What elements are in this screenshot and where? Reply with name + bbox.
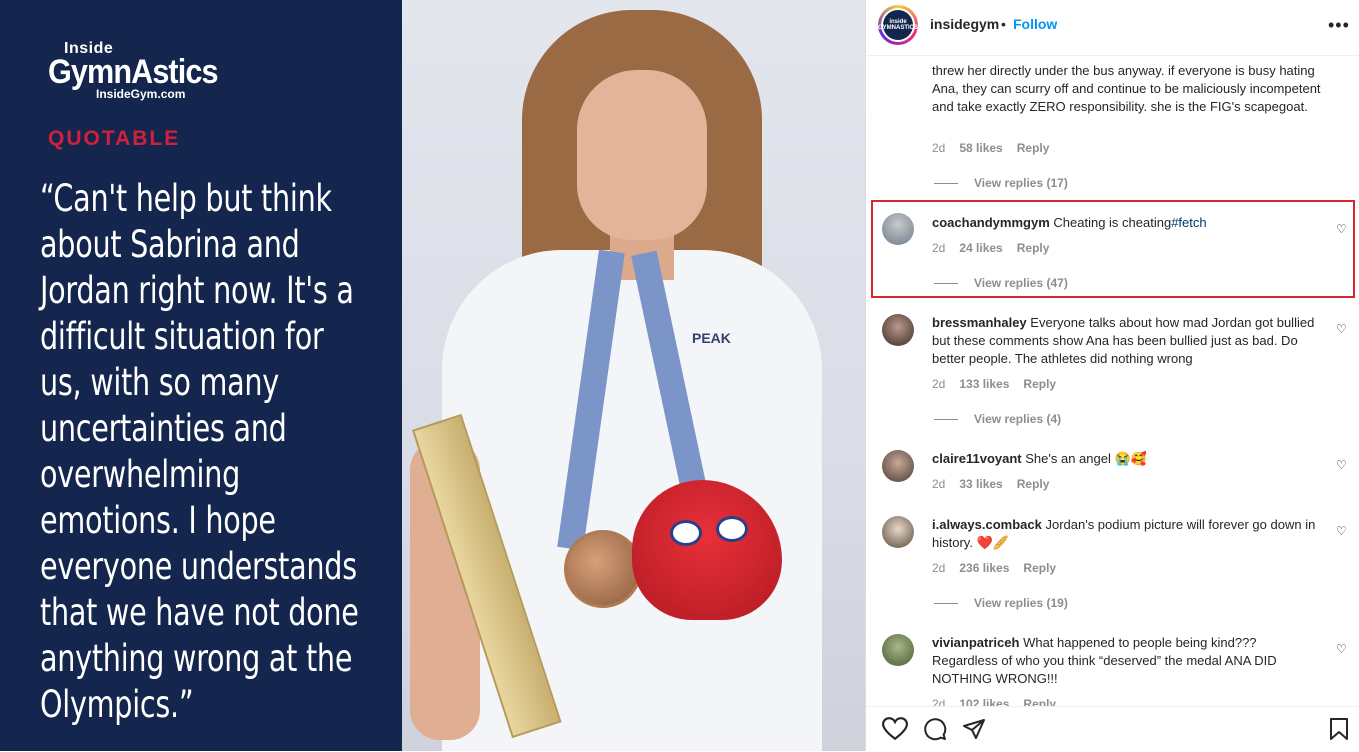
bronze-medal <box>564 530 642 608</box>
comment-meta: 2d 33 likes Reply <box>932 477 1063 491</box>
avatar[interactable] <box>882 213 914 245</box>
reply-button[interactable]: Reply <box>1023 561 1056 575</box>
comment-likes[interactable]: 236 likes <box>959 561 1009 575</box>
comment-likes[interactable]: 24 likes <box>959 241 1002 255</box>
avatar[interactable] <box>882 450 914 482</box>
shirt-brand: PEAK <box>692 330 731 346</box>
comment-text: coachandymmgym Cheating is cheating#fetc… <box>932 215 1207 230</box>
avatar[interactable] <box>882 516 914 548</box>
comment-text: bressmanhaley Everyone talks about how m… <box>932 315 1315 366</box>
reply-button[interactable]: Reply <box>1017 141 1050 155</box>
comment-likes[interactable]: 102 likes <box>959 697 1009 706</box>
comment-meta: 2d 24 likes Reply <box>932 241 1063 255</box>
comment-meta: 2d 102 likes Reply <box>932 697 1070 706</box>
post-username[interactable]: insidegym <box>930 16 999 32</box>
reply-button[interactable]: Reply <box>1017 241 1050 255</box>
comment-meta: 2d 236 likes Reply <box>932 561 1070 575</box>
post-sidebar: inside GYMNASTICS insidegym • Follow •••… <box>865 0 1359 752</box>
comment-text: claire11voyant She's an angel 😭🥰 <box>932 451 1147 466</box>
comment-username[interactable]: bressmanhaley <box>932 315 1027 330</box>
comment-like-icon[interactable]: ♡ <box>1336 458 1347 472</box>
header-separator: • <box>1001 16 1006 32</box>
profile-avatar[interactable]: inside GYMNASTICS <box>878 5 918 45</box>
reply-button[interactable]: Reply <box>1023 377 1056 391</box>
post-action-bar <box>866 706 1359 752</box>
send-icon[interactable] <box>962 717 986 741</box>
comment-like-icon[interactable]: ♡ <box>1336 222 1347 236</box>
ellipsis-icon[interactable]: ••• <box>1328 15 1350 36</box>
comment-meta: 2d 133 likes Reply <box>932 377 1070 391</box>
heart-icon[interactable] <box>882 717 908 741</box>
bookmark-icon[interactable] <box>1328 717 1350 741</box>
view-replies-button[interactable]: View replies (19) <box>934 596 1068 610</box>
athlete-face <box>577 70 707 240</box>
profile-avatar-image: inside GYMNASTICS <box>878 10 918 40</box>
comment-likes[interactable]: 33 likes <box>959 477 1002 491</box>
comment-text: i.always.comback Jordan's podium picture… <box>932 517 1316 550</box>
avatar[interactable] <box>882 634 914 666</box>
quotable-label: QUOTABLE <box>48 127 181 150</box>
comment-text: vivianpatriceh What happened to people b… <box>932 635 1277 686</box>
inside-gymnastics-logo: Inside GymnAstics InsideGym.com <box>48 41 236 101</box>
view-replies-button[interactable]: View replies (17) <box>934 176 1068 190</box>
comment-meta: 2d 58 likes Reply <box>932 141 1063 155</box>
post-header: inside GYMNASTICS insidegym • Follow ••• <box>866 0 1359 56</box>
comment-likes[interactable]: 58 likes <box>959 141 1002 155</box>
reply-button[interactable]: Reply <box>1017 477 1050 491</box>
mascot-eye-right <box>716 516 748 542</box>
comment-like-icon[interactable]: ♡ <box>1336 322 1347 336</box>
comment-like-icon[interactable]: ♡ <box>1336 524 1347 538</box>
comment-like-icon[interactable]: ♡ <box>1336 642 1347 656</box>
comment-icon[interactable] <box>923 717 947 741</box>
comment-age: 2d <box>932 141 946 155</box>
comment-username[interactable]: coachandymmgym <box>932 215 1050 230</box>
comment-age: 2d <box>932 377 946 391</box>
comment-age: 2d <box>932 697 946 706</box>
comment-age: 2d <box>932 241 946 255</box>
avatar[interactable] <box>882 314 914 346</box>
mascot-eye-left <box>670 520 702 546</box>
comment-username[interactable]: i.always.comback <box>932 517 1042 532</box>
comment-age: 2d <box>932 561 946 575</box>
comment-age: 2d <box>932 477 946 491</box>
view-replies-button[interactable]: View replies (47) <box>934 276 1068 290</box>
comment-text: threw her directly under the bus anyway.… <box>932 63 1321 114</box>
follow-button[interactable]: Follow <box>1013 16 1057 32</box>
quote-text: “Can't help but think about Sabrina and … <box>40 177 359 726</box>
logo-main-text: GymnAstics <box>48 53 218 91</box>
hashtag-link[interactable]: #fetch <box>1171 215 1206 230</box>
comment-username[interactable]: vivianpatriceh <box>932 635 1019 650</box>
view-replies-button[interactable]: View replies (4) <box>934 412 1061 426</box>
quote-card: Inside GymnAstics InsideGym.com QUOTABLE… <box>0 0 402 751</box>
reply-button[interactable]: Reply <box>1023 697 1056 706</box>
comment-likes[interactable]: 133 likes <box>959 377 1009 391</box>
post-photo[interactable]: PEAK <box>402 0 865 751</box>
comment-username[interactable]: claire11voyant <box>932 451 1022 466</box>
comments-list[interactable]: threw her directly under the bus anyway.… <box>866 56 1359 706</box>
